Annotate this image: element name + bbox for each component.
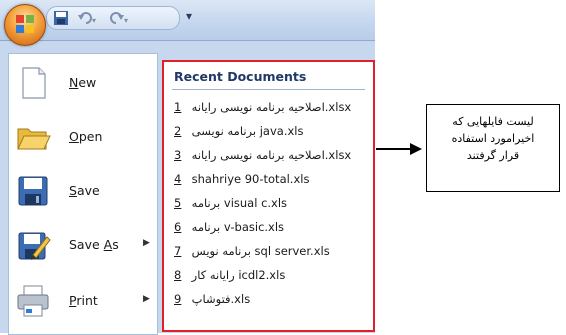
print-command[interactable]: Print ▶ — [9, 276, 157, 328]
undo-icon[interactable]: ▾ — [77, 9, 99, 27]
office-logo-icon — [16, 15, 34, 33]
open-command[interactable]: Open — [9, 112, 157, 164]
submenu-arrow-icon: ▶ — [143, 294, 150, 304]
annotation-line-1: لیست فایلهایی که — [452, 115, 534, 128]
save-as-label: Save As — [69, 237, 119, 252]
title-bar: ▾ ▾ ▾ — [0, 0, 375, 46]
annotation-arrow-head-icon — [410, 143, 422, 155]
submenu-arrow-icon: ▶ — [143, 238, 150, 248]
save-as-icon — [18, 232, 51, 260]
printer-icon — [17, 285, 49, 317]
save-label: Save — [69, 183, 100, 198]
quick-access-toolbar: ▾ ▾ — [46, 6, 180, 30]
recent-item[interactable]: 8 رایانه کار icdl2.xls — [174, 263, 369, 287]
customize-toolbar-chevron-icon[interactable]: ▾ — [186, 9, 192, 23]
recent-item[interactable]: 1 اصلاحیه برنامه نویسی رایانه.xlsx — [174, 95, 369, 119]
recent-item[interactable]: 4 shahriye 90-total.xls — [174, 167, 369, 191]
recent-item[interactable]: 3 اصلاحیه برنامه نویسی رایانه.xlsx — [174, 143, 369, 167]
save-as-command[interactable]: Save As ▶ — [9, 220, 157, 272]
new-command[interactable]: New — [9, 58, 157, 110]
print-label: Print — [69, 293, 98, 308]
annotation-note: لیست فایلهایی که اخیرامورد استفاده قرار … — [426, 104, 560, 192]
svg-text:▾: ▾ — [92, 16, 96, 25]
office-button[interactable] — [4, 4, 46, 46]
annotation-line-3: قرار گرفتند — [466, 149, 520, 162]
heading-divider — [172, 89, 365, 90]
redo-icon[interactable]: ▾ — [109, 9, 131, 27]
svg-text:▾: ▾ — [124, 16, 128, 25]
annotation-arrow-line — [376, 148, 412, 150]
recent-item[interactable]: 7 برنامه نویس sql server.xls — [174, 239, 369, 263]
recent-documents-panel: Recent Documents 1 اصلاحیه برنامه نویسی … — [162, 60, 375, 332]
annotation-line-2: اخیرامورد استفاده — [451, 132, 535, 145]
save-icon[interactable] — [53, 9, 69, 27]
new-document-icon — [22, 67, 46, 99]
command-list: New Open Save Save As ▶ Print ▶ — [8, 53, 158, 335]
new-label: New — [69, 75, 97, 90]
open-folder-icon — [17, 128, 51, 150]
recent-item[interactable]: 5 برنامه visual c.xls — [174, 191, 369, 215]
save-command[interactable]: Save — [9, 166, 157, 218]
recent-item[interactable]: 6 برنامه v-basic.xls — [174, 215, 369, 239]
open-label: Open — [69, 129, 103, 144]
recent-item[interactable]: 2 برنامه نویسی java.xls — [174, 119, 369, 143]
floppy-disk-icon — [18, 176, 48, 206]
recent-documents-heading: Recent Documents — [174, 69, 307, 84]
recent-item[interactable]: 9 فتوشاپ.xls — [174, 287, 369, 311]
